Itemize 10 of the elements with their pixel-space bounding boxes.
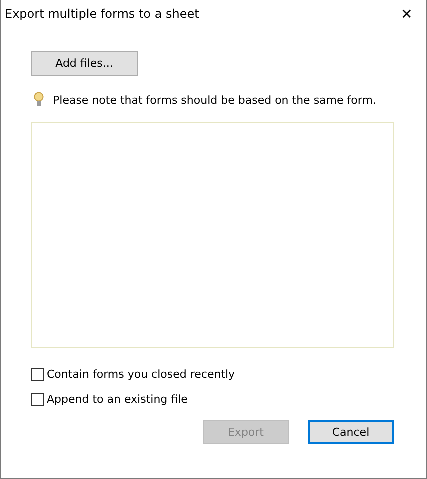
close-button[interactable]: ✕ xyxy=(392,0,422,28)
checkbox-label: Contain forms you closed recently xyxy=(47,368,236,381)
cancel-button[interactable]: Cancel xyxy=(308,420,394,444)
checkbox[interactable] xyxy=(31,393,44,406)
window-title: Export multiple forms to a sheet xyxy=(5,7,200,21)
checkbox[interactable] xyxy=(31,368,44,381)
lightbulb-icon xyxy=(34,92,44,108)
add-files-button[interactable]: Add files... xyxy=(31,51,138,76)
note-text: Please note that forms should be based on the same form. xyxy=(53,94,376,106)
checkbox-label: Append to an existing file xyxy=(47,393,188,406)
